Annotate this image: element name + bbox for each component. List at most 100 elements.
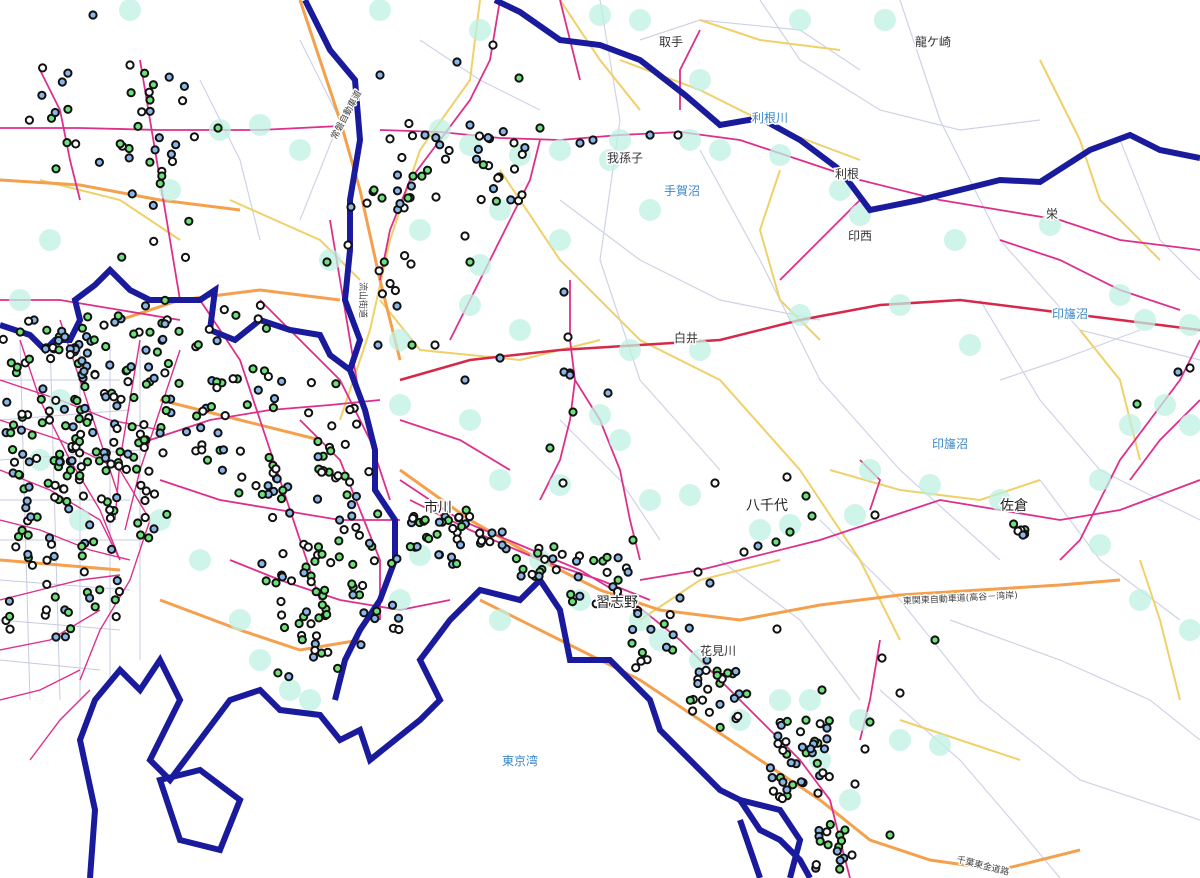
station-circle-icon[interactable] (304, 408, 314, 418)
station-circle-icon[interactable] (107, 544, 117, 555)
station-circle-icon[interactable] (160, 295, 170, 305)
station-circle-icon[interactable] (202, 455, 213, 465)
station-circle-icon[interactable] (364, 538, 375, 548)
station-circle-icon[interactable] (157, 171, 167, 181)
station-circle-icon[interactable] (50, 480, 60, 490)
station-circle-icon[interactable] (145, 327, 155, 337)
station-circle-icon[interactable] (487, 528, 497, 538)
station-circle-icon[interactable] (77, 323, 88, 333)
station-circle-icon[interactable] (198, 406, 208, 416)
station-circle-icon[interactable] (114, 586, 125, 597)
station-circle-icon[interactable] (24, 482, 34, 492)
station-circle-icon[interactable] (44, 415, 55, 425)
station-circle-icon[interactable] (509, 164, 520, 174)
station-circle-icon[interactable] (860, 744, 870, 754)
station-circle-icon[interactable] (94, 157, 105, 167)
station-circle-icon[interactable] (661, 642, 672, 652)
station-circle-icon[interactable] (101, 466, 111, 476)
station-circle-icon[interactable] (197, 445, 207, 455)
station-circle-icon[interactable] (822, 723, 832, 733)
label-abiko[interactable]: 我孫子 (606, 150, 645, 167)
station-circle-icon[interactable] (573, 572, 583, 582)
station-circle-icon[interactable] (431, 192, 441, 202)
station-circle-icon[interactable] (213, 428, 223, 438)
station-circle-icon[interactable] (67, 456, 77, 466)
station-circle-icon[interactable] (514, 73, 524, 83)
station-circle-icon[interactable] (63, 607, 74, 618)
station-circle-icon[interactable] (575, 138, 585, 148)
station-circle-icon[interactable] (6, 428, 16, 438)
station-circle-icon[interactable] (331, 379, 341, 389)
station-circle-icon[interactable] (311, 587, 321, 597)
station-circle-icon[interactable] (109, 392, 119, 402)
station-circle-icon[interactable] (50, 492, 60, 502)
station-circle-icon[interactable] (348, 590, 358, 600)
station-circle-icon[interactable] (733, 711, 743, 721)
station-circle-icon[interactable] (268, 403, 278, 413)
station-circle-icon[interactable] (62, 496, 72, 507)
station-circle-icon[interactable] (24, 457, 34, 467)
station-circle-icon[interactable] (139, 420, 149, 430)
station-circle-icon[interactable] (124, 153, 134, 163)
station-circle-icon[interactable] (276, 494, 287, 504)
station-circle-icon[interactable] (129, 392, 139, 403)
station-circle-icon[interactable] (567, 597, 578, 607)
station-circle-icon[interactable] (68, 422, 78, 432)
station-circle-icon[interactable] (178, 96, 188, 106)
station-circle-icon[interactable] (0, 334, 8, 344)
station-circle-icon[interactable] (167, 156, 178, 167)
station-circle-icon[interactable] (701, 665, 711, 676)
station-circle-icon[interactable] (277, 376, 287, 386)
station-circle-icon[interactable] (432, 529, 442, 539)
station-circle-icon[interactable] (100, 453, 111, 463)
station-circle-icon[interactable] (540, 554, 550, 564)
station-circle-icon[interactable] (162, 509, 172, 520)
station-circle-icon[interactable] (407, 131, 418, 141)
label-tone[interactable]: 利根 (834, 166, 861, 183)
station-circle-icon[interactable] (847, 850, 857, 860)
station-circle-icon[interactable] (51, 632, 61, 642)
station-circle-icon[interactable] (36, 394, 46, 404)
station-circle-icon[interactable] (80, 403, 90, 413)
station-circle-icon[interactable] (235, 446, 245, 456)
station-circle-icon[interactable] (189, 132, 199, 142)
station-circle-icon[interactable] (825, 819, 835, 830)
station-circle-icon[interactable] (326, 446, 336, 456)
station-circle-icon[interactable] (63, 104, 73, 114)
station-circle-icon[interactable] (75, 448, 85, 458)
station-circle-icon[interactable] (488, 184, 499, 194)
station-circle-icon[interactable] (369, 556, 379, 566)
station-circle-icon[interactable] (347, 500, 357, 510)
station-circle-icon[interactable] (231, 310, 241, 320)
station-circle-icon[interactable] (155, 178, 165, 189)
station-circle-icon[interactable] (697, 695, 708, 705)
station-circle-icon[interactable] (50, 592, 60, 602)
station-circle-icon[interactable] (23, 549, 33, 560)
station-circle-icon[interactable] (75, 471, 85, 481)
station-circle-icon[interactable] (446, 552, 457, 562)
station-circle-icon[interactable] (395, 199, 405, 209)
station-circle-icon[interactable] (313, 436, 323, 447)
station-circle-icon[interactable] (112, 423, 122, 434)
station-circle-icon[interactable] (61, 421, 71, 431)
station-circle-icon[interactable] (219, 305, 229, 315)
station-circle-icon[interactable] (806, 744, 816, 754)
station-circle-icon[interactable] (54, 345, 64, 355)
station-circle-icon[interactable] (347, 511, 357, 521)
station-circle-icon[interactable] (870, 510, 880, 520)
station-circle-icon[interactable] (196, 423, 206, 433)
station-circle-icon[interactable] (801, 715, 811, 725)
station-circle-icon[interactable] (269, 394, 280, 404)
station-circle-icon[interactable] (213, 123, 223, 133)
station-circle-icon[interactable] (101, 392, 111, 402)
station-circle-icon[interactable] (340, 439, 350, 449)
station-circle-icon[interactable] (317, 600, 327, 610)
station-circle-icon[interactable] (82, 417, 92, 427)
station-circle-icon[interactable] (397, 152, 407, 163)
station-circle-icon[interactable] (343, 240, 353, 250)
station-circle-icon[interactable] (930, 635, 940, 645)
station-circle-icon[interactable] (257, 489, 267, 499)
station-circle-icon[interactable] (136, 480, 146, 490)
station-circle-icon[interactable] (877, 653, 887, 663)
station-circle-icon[interactable] (356, 640, 366, 650)
